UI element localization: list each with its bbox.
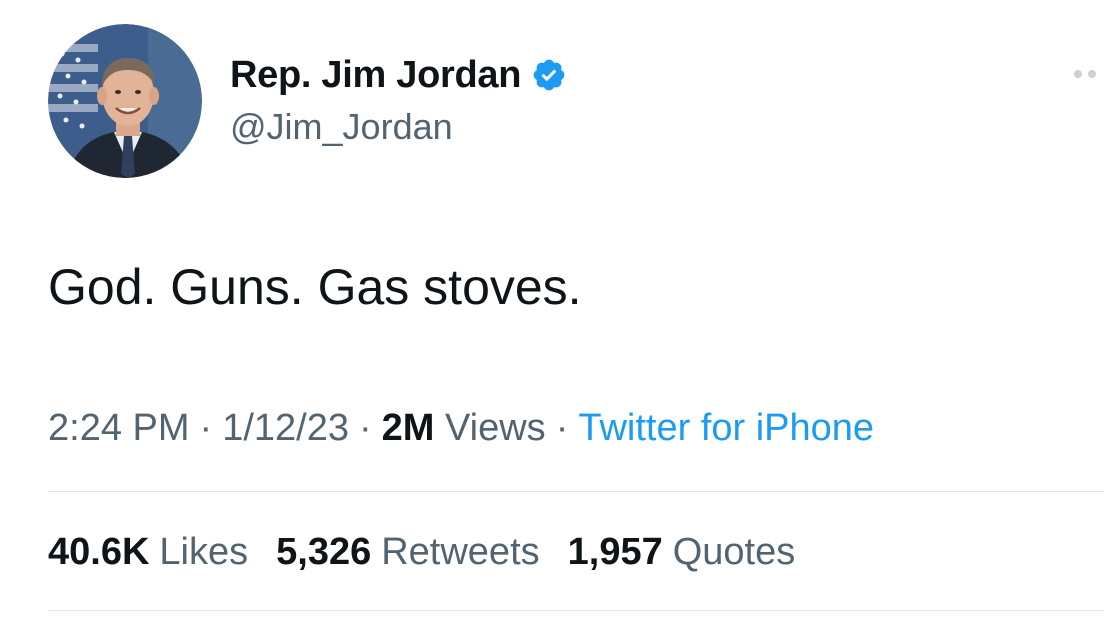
divider (48, 610, 1104, 611)
author-name-row: Rep. Jim Jordan (230, 52, 567, 98)
likes-count: 40.6K (48, 531, 150, 573)
tweet-date[interactable]: 1/12/23 (222, 407, 349, 449)
likes-stat[interactable]: 40.6K Likes (48, 528, 248, 576)
meta-separator: · (555, 407, 569, 449)
meta-separator: · (358, 407, 372, 449)
more-dots-icon[interactable] (1068, 66, 1104, 82)
meta-separator: · (199, 407, 213, 449)
retweets-stat[interactable]: 5,326 Retweets (276, 528, 540, 576)
tweet-meta: 2:24 PM · 1/12/23 · 2M Views · Twitter for iPh… (48, 404, 874, 452)
tweet-text: God. Guns. Gas stoves. (48, 259, 582, 315)
likes-label: Likes (159, 531, 249, 573)
tweet-time[interactable]: 2:24 PM (48, 407, 190, 449)
retweets-label: Retweets (381, 531, 540, 573)
retweets-count: 5,326 (276, 531, 372, 573)
profile-photo (48, 24, 202, 178)
divider (48, 491, 1104, 492)
views-count: 2M (381, 407, 435, 449)
tweet-source-link[interactable]: Twitter for iPhone (578, 407, 874, 449)
quotes-label: Quotes (672, 531, 796, 573)
avatar[interactable] (48, 24, 202, 178)
verified-badge-icon[interactable] (531, 57, 567, 93)
quotes-count: 1,957 (567, 531, 663, 573)
author-handle[interactable]: @Jim_Jordan (230, 106, 453, 148)
tweet-stats: 40.6K Likes 5,326 Retweets 1,957 Quotes (48, 528, 823, 576)
quotes-stat[interactable]: 1,957 Quotes (568, 528, 796, 576)
author-display-name[interactable]: Rep. Jim Jordan (230, 54, 521, 97)
views-label: Views (445, 407, 546, 449)
